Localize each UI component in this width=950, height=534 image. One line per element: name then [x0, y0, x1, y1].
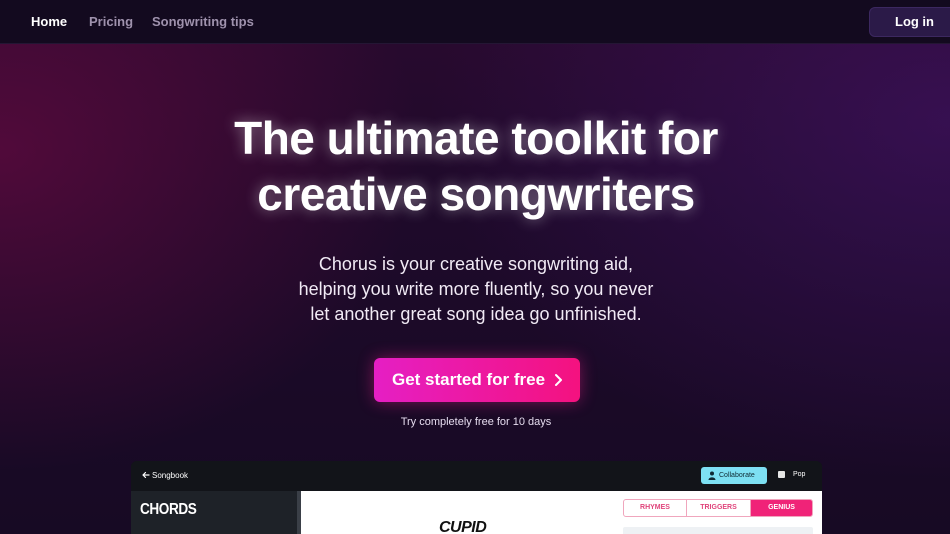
trial-note: Try completely free for 10 days — [400, 416, 552, 428]
songbook-breadcrumb[interactable]: Songbook — [152, 471, 188, 480]
top-nav: Home Pricing Songwriting tips Log in — [0, 0, 950, 44]
collaborate-button[interactable]: Collaborate — [701, 467, 767, 484]
nav-link-home[interactable]: Home — [31, 14, 67, 29]
landing-page: Home Pricing Songwriting tips Log in The… — [0, 0, 950, 534]
assistant-panel-row — [623, 527, 813, 534]
hero-subtitle-line-3: let another great song idea go unfinishe… — [310, 304, 642, 324]
tab-triggers[interactable]: TRIGGERS — [687, 500, 751, 516]
nav-link-songwriting-tips[interactable]: Songwriting tips — [152, 14, 254, 29]
hero-title-line-1: The ultimate toolkit for — [234, 112, 718, 164]
hero-title-line-2: creative songwriters — [257, 168, 695, 220]
user-icon — [708, 471, 716, 480]
genre-label[interactable]: Pop — [793, 471, 805, 478]
folder-icon — [778, 471, 785, 478]
song-title: CUPID — [439, 519, 487, 534]
get-started-button[interactable]: Get started for free — [374, 358, 580, 402]
hero-subtitle-line-1: Chorus is your creative songwriting aid, — [318, 254, 634, 274]
chords-heading: CHORDS — [140, 501, 197, 518]
nav-link-pricing[interactable]: Pricing — [89, 14, 133, 29]
hero-subtitle-line-2: helping you write more fluently, so you … — [298, 279, 654, 299]
arrow-left-icon[interactable] — [141, 470, 151, 480]
assistant-tabs: RHYMES TRIGGERS GENIUS — [623, 499, 813, 517]
collaborate-label: Collaborate — [719, 472, 755, 479]
tab-genius[interactable]: GENIUS — [751, 500, 812, 516]
login-button[interactable]: Log in — [869, 7, 950, 37]
hero-subtitle: Chorus is your creative songwriting aid,… — [0, 252, 950, 327]
hero-title: The ultimate toolkit for creative songwr… — [0, 110, 950, 222]
app-preview: Songbook Collaborate Pop CHORDS CUPID RH… — [131, 461, 822, 534]
get-started-label: Get started for free — [392, 370, 546, 389]
tab-rhymes[interactable]: RHYMES — [624, 500, 687, 516]
chevron-right-icon — [555, 374, 562, 386]
